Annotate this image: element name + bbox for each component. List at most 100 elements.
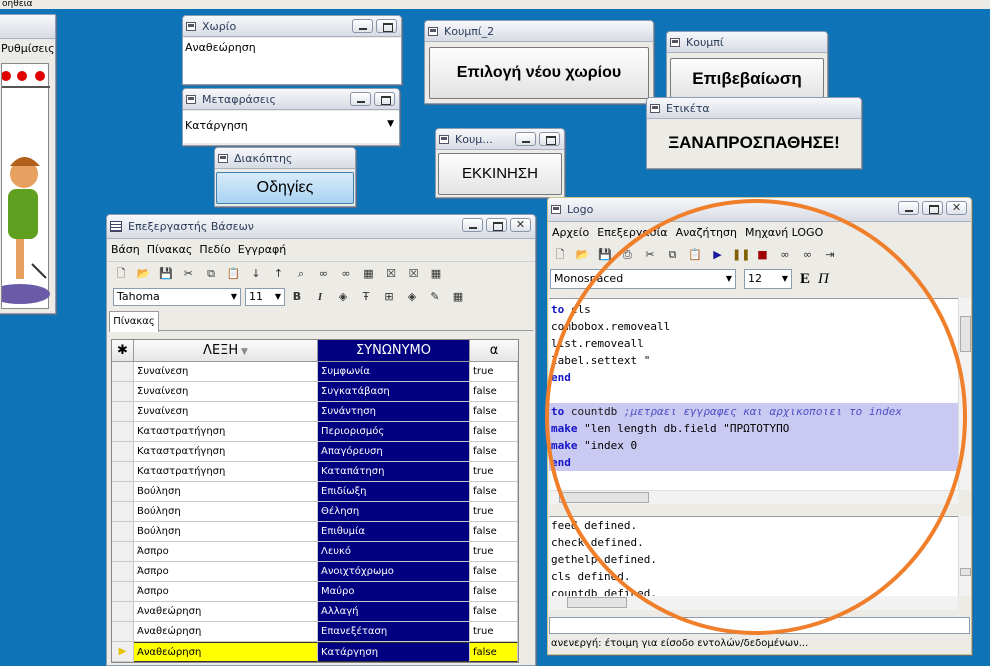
run-icon[interactable]: ▶ [710,247,726,263]
new-file-icon[interactable]: 🗋 [113,266,129,282]
output-vscroll[interactable] [958,516,971,596]
paste-icon[interactable]: 📋 [687,247,703,263]
cell-a[interactable]: false [470,382,518,402]
cell-synonym[interactable]: Απαγόρευση [318,442,470,462]
chevron-down-icon[interactable]: ▼ [387,119,394,129]
cell-a[interactable]: false [470,522,518,542]
row-selector[interactable] [112,362,134,382]
scroll-thumb[interactable] [960,316,971,352]
save-icon[interactable]: 💾 [158,266,174,282]
save-icon[interactable]: 💾 [597,247,613,263]
sort-asc-icon[interactable]: ↓ [248,266,264,282]
font-color-icon[interactable]: Ŧ [358,289,374,305]
table-row[interactable]: Άσπρο Μαύρο false [112,582,518,602]
menu-base[interactable]: Βάση [111,239,140,261]
table-row[interactable]: Άσπρο Ανοιχτόχρωμο false [112,562,518,582]
cell-synonym[interactable]: Καταπάτηση [318,462,470,482]
row-selector[interactable] [112,422,134,442]
minimize-button[interactable] [515,132,536,146]
cell-a[interactable]: true [470,462,518,482]
cell-synonym[interactable]: Επιδίωξη [318,482,470,502]
cell-synonym[interactable]: Επανεξέταση [318,622,470,642]
table-format-icon[interactable]: ▦ [450,289,466,305]
menu-field[interactable]: Πεδίο [199,239,230,261]
cell-synonym[interactable]: Μαύρο [318,582,470,602]
cell-a[interactable]: false [470,582,518,602]
output-hscroll[interactable] [549,596,958,610]
cell-word[interactable]: Καταστρατήγηση [134,442,318,462]
cut-icon[interactable]: ✂ [642,247,658,263]
row-selector[interactable] [112,442,134,462]
paste-icon[interactable]: 📋 [226,266,242,282]
scroll-thumb[interactable] [960,568,971,576]
table-row[interactable]: Άσπρο Λευκό true [112,542,518,562]
cell-word[interactable]: Βούληση [134,502,318,522]
table-row[interactable]: Καταστρατήγηση Περιορισμός false [112,422,518,442]
row-selector[interactable] [112,522,134,542]
table-row[interactable]: Αναθεώρηση Αλλαγή false [112,602,518,622]
find-replace-icon[interactable]: ∞ [800,247,816,263]
bold-icon[interactable]: B [289,289,305,305]
start-button[interactable]: ΕΚΚΙΝΗΣΗ [438,153,562,195]
cell-synonym[interactable]: Συμφωνία [318,362,470,382]
cell-a[interactable]: false [470,482,518,502]
maximize-button[interactable] [922,201,943,215]
table-row[interactable]: Καταστρατήγηση Απαγόρευση false [112,442,518,462]
col-header-word[interactable]: ΛΕΞΗ ▼ [134,340,318,361]
border-icon[interactable]: ⊞ [381,289,397,305]
table-row[interactable]: Βούληση Θέληση true [112,502,518,522]
chevron-down-icon[interactable]: ▼ [782,270,788,288]
cell-word[interactable]: Αναθεώρηση [134,602,318,622]
row-selector[interactable] [112,382,134,402]
table-row[interactable]: Συναίνεση Συνάντηση false [112,402,518,422]
chevron-down-icon[interactable]: ▼ [231,289,237,305]
print-icon[interactable]: ⎙ [620,247,636,263]
cell-word[interactable]: Άσπρο [134,582,318,602]
cell-a[interactable]: true [470,542,518,562]
find-icon[interactable]: ⌕ [293,266,309,282]
row-selector[interactable] [112,582,134,602]
command-input[interactable] [549,617,970,634]
binoculars-icon[interactable]: ∞ [777,247,793,263]
cell-word[interactable]: Βούληση [134,522,318,542]
cell-synonym[interactable]: Συγκατάβαση [318,382,470,402]
pause-icon[interactable]: ❚❚ [732,247,750,263]
cell-synonym[interactable]: Λευκό [318,542,470,562]
tab-table[interactable]: Πίνακας [109,311,159,332]
menu-table[interactable]: Πίνακας [147,239,193,261]
current-row-indicator[interactable]: ▶ [112,642,134,662]
delete-col-icon[interactable]: ☒ [406,266,422,282]
table-row[interactable]: Αναθεώρηση Επανεξέταση true [112,622,518,642]
row-selector[interactable] [112,462,134,482]
cell-word[interactable]: Καταστρατήγηση [134,462,318,482]
maximize-button[interactable] [374,92,395,106]
menu-file[interactable]: Αρχείο [552,222,589,244]
binoculars-icon[interactable]: ∞ [316,266,332,282]
menu-logo-engine[interactable]: Μηχανή LOGO [745,222,823,244]
cell-word[interactable]: Καταστρατήγηση [134,422,318,442]
chevron-down-icon[interactable]: ▼ [275,289,281,305]
minimize-button[interactable] [350,92,371,106]
table-row[interactable]: Συναίνεση Συμφωνία true [112,362,518,382]
confirm-button[interactable]: Επιβεβαίωση [670,58,824,98]
sort-desc-icon[interactable]: ↑ [271,266,287,282]
cell-synonym[interactable]: Κατάργηση [318,642,470,662]
cell-a[interactable]: false [470,422,518,442]
minimize-button[interactable] [462,218,483,232]
code-hscroll[interactable] [549,490,958,504]
stop-icon[interactable]: ■ [755,247,771,263]
find-next-icon[interactable]: ∞ [338,266,354,282]
cell-a[interactable]: false [470,562,518,582]
open-folder-icon[interactable]: 📂 [575,247,591,263]
copy-icon[interactable]: ⧉ [203,266,219,282]
new-room-button[interactable]: Επιλογή νέου χωρίου [429,47,649,99]
cell-word[interactable]: Αναθεώρηση [134,642,318,662]
help-menu-fragment[interactable]: οηθεια [2,0,33,9]
cut-icon[interactable]: ✂ [181,266,197,282]
maximize-button[interactable] [376,19,397,33]
menu-record[interactable]: Εγγραφή [238,239,286,261]
table-row[interactable]: Συναίνεση Συγκατάβαση false [112,382,518,402]
fill-color-icon[interactable]: ◈ [335,289,351,305]
cell-word[interactable]: Συναίνεση [134,362,318,382]
minimize-button[interactable] [352,19,373,33]
